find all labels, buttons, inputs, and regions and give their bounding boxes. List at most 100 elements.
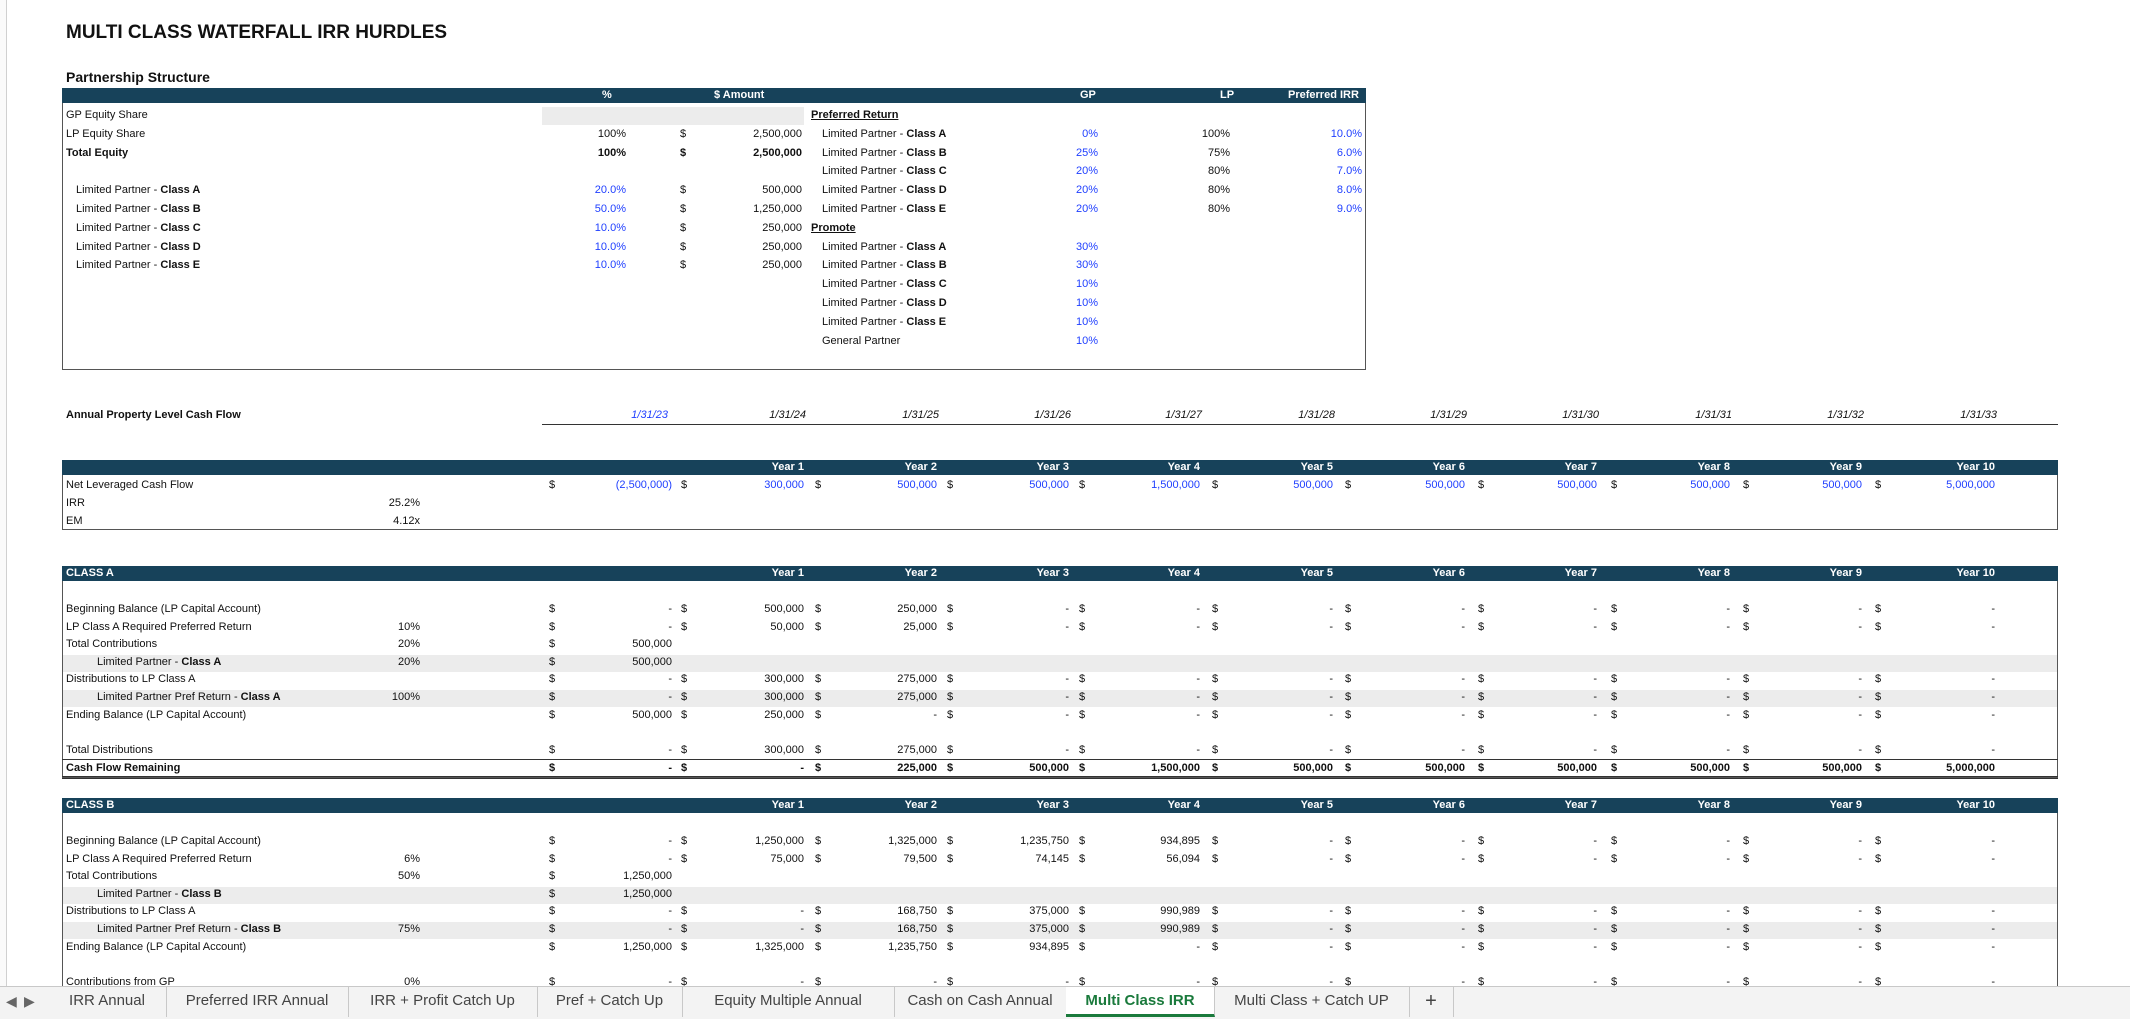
promote-row-label-class: Class B — [906, 259, 947, 272]
net-cash-flow-value[interactable]: 500,000 — [959, 479, 1069, 491]
class-pct[interactable]: 10.0% — [528, 259, 626, 271]
add-sheet-button[interactable]: + — [1409, 987, 1454, 1017]
class-amount: 250,000 — [762, 221, 802, 234]
header-amount: $ Amount — [714, 89, 765, 101]
summary-header: Year 1 Year 2 Year 3 Year 4 Year 5 Year 6 Year… — [62, 460, 2058, 475]
dollar-sign: $ — [681, 940, 688, 953]
pref-irr-pct[interactable]: 8.0% — [1264, 184, 1362, 196]
promote-gp-pct[interactable]: 10% — [1000, 335, 1098, 347]
promote-gp-pct[interactable]: 10% — [1000, 278, 1098, 290]
pref-gp-pct[interactable]: 25% — [1000, 147, 1098, 159]
year-header: Year 6 — [1432, 461, 1465, 473]
pref-irr-pct[interactable]: 7.0% — [1264, 165, 1362, 177]
cash-flow-remaining-value: 500,000 — [1690, 762, 1730, 774]
pref-lp-pct: 100% — [1201, 127, 1230, 140]
promote-gp-pct[interactable]: 30% — [1000, 259, 1098, 271]
pref-irr-pct[interactable]: 10.0% — [1264, 128, 1362, 140]
pref-row-label: Limited Partner - Class C — [822, 165, 947, 177]
class-pct[interactable]: 10.0% — [528, 241, 626, 253]
net-cash-flow-value[interactable]: 5,000,000 — [1885, 479, 1995, 491]
period-date: 1/31/28 — [1298, 409, 1335, 421]
class-a-row-value: - — [1858, 691, 1862, 703]
net-cash-flow-value[interactable]: 500,000 — [827, 479, 937, 491]
class-b-row-value: - — [1329, 976, 1333, 986]
dollar-sign: $ — [1079, 691, 1086, 703]
class-amount: 500,000 — [762, 184, 802, 197]
dollar-sign: $ — [1478, 744, 1485, 756]
tab-scroll-left[interactable]: ◀ — [6, 993, 17, 1010]
dollar-sign: $ — [815, 835, 822, 847]
total-distributions-value: - — [1461, 744, 1465, 756]
period-date: 1/31/30 — [1562, 409, 1599, 421]
year-header: Year 1 — [771, 567, 804, 579]
total-distributions-value: - — [1726, 744, 1730, 756]
pref-gp-pct[interactable]: 20% — [1000, 165, 1098, 177]
pref-irr-pct[interactable]: 6.0% — [1264, 147, 1362, 159]
sheet-tab[interactable]: IRR + Profit Catch Up — [348, 987, 538, 1017]
promote-gp-pct[interactable]: 10% — [1000, 316, 1098, 328]
dollar-sign: $ — [1611, 603, 1618, 615]
dollar-sign: $ — [549, 744, 556, 756]
class-b-row-value: - — [1593, 976, 1597, 986]
tab-scroll-right[interactable]: ▶ — [24, 993, 35, 1010]
dollar-sign: $ — [1611, 744, 1618, 756]
annual-underline — [542, 424, 2058, 425]
class-a-row-value: - — [1461, 708, 1465, 721]
total-distributions-value: - — [1593, 744, 1597, 756]
dollar-sign: $ — [549, 923, 556, 935]
class-pct[interactable]: 20.0% — [528, 184, 626, 196]
gp-share-input[interactable] — [542, 107, 804, 125]
pref-lp-pct: 80% — [1207, 165, 1230, 178]
net-cash-flow-value[interactable]: 500,000 — [1223, 479, 1333, 491]
net-cash-flow-value[interactable]: 500,000 — [1487, 479, 1597, 491]
pref-lp-pct: 80% — [1207, 203, 1230, 215]
sheet-tab[interactable]: Multi Class + Catch UP — [1214, 987, 1410, 1017]
net-cash-flow-value[interactable]: 1,500,000 — [1090, 479, 1200, 491]
pref-row-label-class: Class C — [906, 165, 947, 178]
net-cash-flow-value[interactable]: 500,000 — [1620, 479, 1730, 491]
period-date: 1/31/33 — [1960, 409, 1997, 421]
total-equity-label: Total Equity — [66, 146, 129, 159]
dollar-sign: $ — [1743, 744, 1750, 756]
class-a-row-value: - — [1593, 620, 1597, 633]
spreadsheet-area[interactable]: MULTI CLASS WATERFALL IRR HURDLES Partne… — [0, 0, 2130, 986]
period-date: 1/31/24 — [769, 409, 806, 421]
sheet-tab[interactable]: Preferred IRR Annual — [166, 987, 349, 1017]
year-header: Year 8 — [1697, 799, 1730, 811]
net-cash-flow-value[interactable]: (2,500,000) — [562, 479, 672, 491]
pref-gp-pct[interactable]: 20% — [1000, 203, 1098, 215]
class-pct[interactable]: 50.0% — [528, 203, 626, 215]
dollar-sign: $ — [815, 923, 822, 935]
class-b-row-value: 1,250,000 — [623, 887, 672, 900]
dollar-sign: $ — [1875, 603, 1882, 615]
dollar-sign: $ — [549, 655, 556, 668]
class-b-row-value: - — [1329, 940, 1333, 953]
shaded-row — [63, 886, 2057, 904]
promote-gp-pct[interactable]: 30% — [1000, 241, 1098, 253]
class-row-label: Limited Partner - Class A — [76, 184, 200, 196]
sheet-tab[interactable]: Cash on Cash Annual — [894, 987, 1067, 1017]
promote-gp-pct[interactable]: 10% — [1000, 297, 1098, 309]
dollar-sign: $ — [1875, 923, 1882, 935]
pref-gp-pct[interactable]: 20% — [1000, 184, 1098, 196]
class-b-row-value: - — [800, 905, 804, 918]
sheet-tab[interactable]: Equity Multiple Annual — [682, 987, 895, 1017]
net-cash-flow-value[interactable]: 300,000 — [694, 479, 804, 491]
class-b-row-value: - — [1196, 940, 1200, 953]
pref-irr-pct[interactable]: 9.0% — [1264, 203, 1362, 215]
class-a-row-value: - — [1593, 708, 1597, 721]
dollar-sign: $ — [1212, 708, 1219, 721]
dollar-sign: $ — [1478, 940, 1485, 953]
dollar-sign: $ — [1478, 479, 1485, 491]
pref-gp-pct[interactable]: 0% — [1000, 128, 1098, 140]
lp-equity-share-amount: 2,500,000 — [753, 127, 802, 140]
net-cash-flow-value[interactable]: 500,000 — [1752, 479, 1862, 491]
dollar-sign: $ — [1079, 479, 1086, 491]
net-cash-flow-value[interactable]: 500,000 — [1355, 479, 1465, 491]
year-header: Year 9 — [1829, 567, 1862, 579]
class-a-row-label: LP Class A Required Preferred Return — [66, 620, 252, 633]
class-pct[interactable]: 10.0% — [528, 222, 626, 234]
sheet-tab[interactable]: Pref + Catch Up — [537, 987, 683, 1017]
sheet-tab[interactable]: Multi Class IRR — [1066, 987, 1215, 1017]
sheet-tab[interactable]: IRR Annual — [48, 987, 167, 1017]
